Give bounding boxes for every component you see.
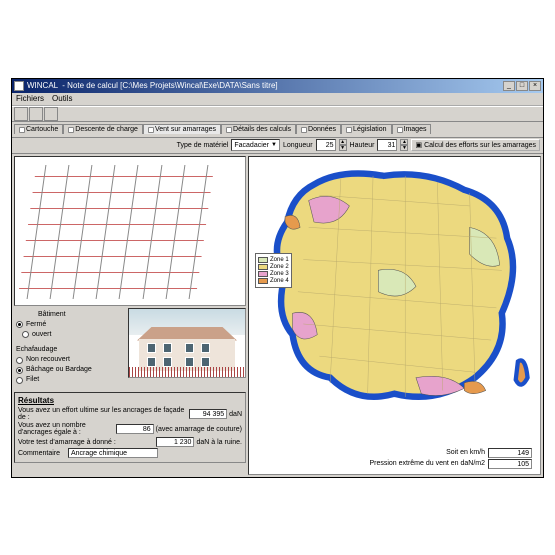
tab-images[interactable]: Images <box>392 124 432 134</box>
map-legend: Zone 1 Zone 2 Zone 3 Zone 4 <box>255 253 292 288</box>
tab-icon <box>346 127 352 133</box>
result3-unit: daN à la ruine. <box>196 439 242 446</box>
open-icon[interactable] <box>29 107 43 121</box>
legend-swatch <box>258 264 268 270</box>
radio-non-recouvert[interactable]: Non recouvert <box>16 355 122 365</box>
longueur-label: Longueur <box>283 142 313 149</box>
result1-label: Vous avez un effort ultime sur les ancra… <box>18 407 189 421</box>
calc-icon: ▣ <box>415 141 422 149</box>
longueur-input[interactable]: 25 <box>316 139 336 151</box>
radio-bachage[interactable]: Bâchage ou Bardage <box>16 365 122 375</box>
options-panel: Bâtiment Fermé ouvert Echafaudage Non re… <box>14 308 124 391</box>
map-readout: Soit en km/h149 Pression extrême du vent… <box>369 447 532 470</box>
scaffold-drawing <box>14 156 246 306</box>
tab-details[interactable]: Détails des calculs <box>221 124 296 134</box>
title-doc: Note de calcul [C:\Mes Projets\Wincal\Ex… <box>67 81 277 90</box>
radio-ferme[interactable]: Fermé <box>16 320 122 330</box>
tab-icon <box>397 127 403 133</box>
menu-file[interactable]: Fichiers <box>16 94 44 103</box>
app-window: WINCAL - Note de calcul [C:\Mes Projets\… <box>11 78 544 478</box>
result2-suffix: (avec amarrage de couture) <box>156 426 242 433</box>
kmh-label: Soit en km/h <box>446 449 485 456</box>
calc-button[interactable]: ▣Calcul des efforts sur les amarrages <box>411 139 540 151</box>
comment-label: Commentaire <box>18 450 68 457</box>
france-map[interactable] <box>255 163 534 410</box>
legend-swatch <box>258 257 268 263</box>
new-icon[interactable] <box>14 107 28 121</box>
hauteur-label: Hauteur <box>350 142 375 149</box>
map-panel: Zone 1 Zone 2 Zone 3 Zone 4 Soit en km/h… <box>248 156 541 475</box>
comment-value[interactable]: Ancrage chimique <box>68 448 158 458</box>
tab-legislation[interactable]: Législation <box>341 124 391 134</box>
batiment-label: Bâtiment <box>38 310 122 320</box>
longueur-spin[interactable]: ▲▼ <box>339 139 347 151</box>
maximize-button[interactable]: □ <box>516 81 528 91</box>
tab-icon <box>301 127 307 133</box>
type-combo[interactable]: Facadacier▼ <box>231 139 280 151</box>
menu-tools[interactable]: Outils <box>52 94 72 103</box>
tab-cartouche[interactable]: Cartouche <box>14 124 63 134</box>
legend-swatch <box>258 278 268 284</box>
hauteur-spin[interactable]: ▲▼ <box>400 139 408 151</box>
close-button[interactable]: × <box>529 81 541 91</box>
tab-donnees[interactable]: Données <box>296 124 341 134</box>
tab-icon <box>148 127 154 133</box>
tab-icon <box>19 127 25 133</box>
result2-value: 86 <box>116 424 154 434</box>
legend-swatch <box>258 271 268 277</box>
tab-icon <box>68 127 74 133</box>
title-app: WINCAL <box>27 81 58 90</box>
tab-vent[interactable]: Vent sur amarrages <box>143 124 221 134</box>
tab-icon <box>226 127 232 133</box>
result2-label: Vous avez un nombre d'ancrages égale à : <box>18 422 116 436</box>
echafaudage-label: Echafaudage <box>16 345 122 355</box>
radio-ouvert[interactable]: ouvert <box>22 330 51 340</box>
type-label: Type de matériel <box>177 142 229 149</box>
params-bar: Type de matériel Facadacier▼ Longueur 25… <box>12 138 543 154</box>
chevron-down-icon: ▼ <box>271 142 277 148</box>
radio-filet[interactable]: Filet <box>16 375 122 385</box>
tab-descente[interactable]: Descente de charge <box>63 124 143 134</box>
result1-value: 94 395 <box>189 409 227 419</box>
app-icon <box>14 81 24 91</box>
result3-value[interactable]: 1 230 <box>156 437 194 447</box>
pressure-label: Pression extrême du vent en daN/m2 <box>369 460 485 467</box>
result1-unit: daN <box>229 411 242 418</box>
building-photo <box>128 308 246 378</box>
titlebar: WINCAL - Note de calcul [C:\Mes Projets\… <box>12 79 543 93</box>
result3-label: Votre test d'amarrage à donné : <box>18 439 156 446</box>
kmh-value: 149 <box>488 448 532 458</box>
pressure-value: 105 <box>488 459 532 469</box>
hauteur-input[interactable]: 31 <box>377 139 397 151</box>
minimize-button[interactable]: _ <box>503 81 515 91</box>
menubar: Fichiers Outils <box>12 93 543 106</box>
tab-strip: Cartouche Descente de charge Vent sur am… <box>12 122 543 138</box>
toolbar <box>12 106 543 122</box>
results-heading: Résultats <box>18 396 242 405</box>
save-icon[interactable] <box>44 107 58 121</box>
results-panel: Résultats Vous avez un effort ultime sur… <box>14 392 246 463</box>
